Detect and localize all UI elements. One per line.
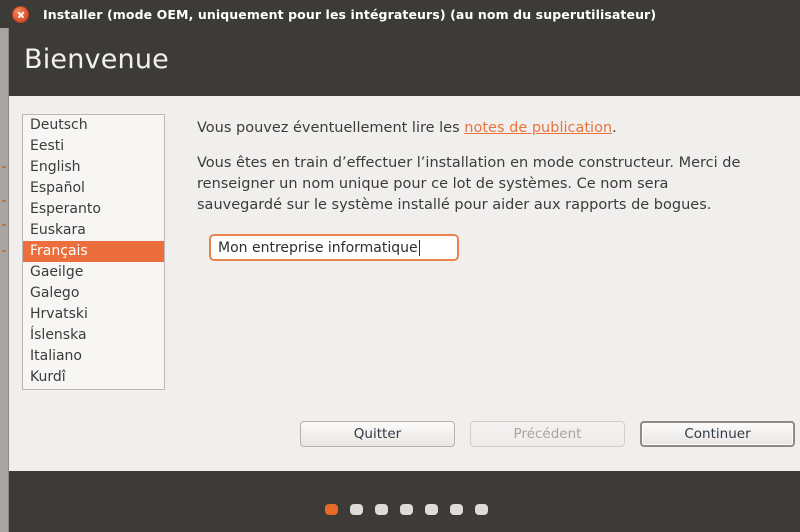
installer-window: Installer (mode OEM, uniquement pour les… <box>0 0 800 532</box>
progress-dot <box>425 504 438 515</box>
language-list-item[interactable]: Gaeilge <box>23 262 164 283</box>
content-area: Deutsch Eesti English Español Esperanto Euska… <box>9 96 800 471</box>
language-list-item[interactable]: Íslenska <box>23 325 164 346</box>
continue-button[interactable]: Continuer <box>640 421 795 447</box>
desktop-background-strip <box>0 28 9 532</box>
release-notes-link[interactable]: notes de publication <box>464 120 612 136</box>
oem-description-paragraph: Vous êtes en train d’effectuer l’install… <box>197 155 741 213</box>
back-button: Précédent <box>470 421 625 447</box>
language-list-item[interactable]: Esperanto <box>23 199 164 220</box>
release-notes-suffix: . <box>612 120 617 136</box>
language-list-item[interactable]: Deutsch <box>23 115 164 136</box>
window-title: Installer (mode OEM, uniquement pour les… <box>43 6 657 22</box>
language-list-item[interactable]: English <box>23 157 164 178</box>
language-list[interactable]: Deutsch Eesti English Español Esperanto Euska… <box>22 114 165 390</box>
progress-dot <box>400 504 413 515</box>
desktop-strip-mark <box>2 224 6 226</box>
desktop-strip-mark <box>2 250 6 252</box>
quit-button[interactable]: Quitter <box>300 421 455 447</box>
installer-instructions: Vous pouvez éventuellement lire les note… <box>197 118 772 261</box>
desktop-strip-mark <box>2 200 6 202</box>
progress-dot <box>475 504 488 515</box>
close-icon[interactable] <box>12 5 29 23</box>
page-title: Bienvenue <box>24 44 169 75</box>
language-list-item[interactable]: Galego <box>23 283 164 304</box>
progress-dot <box>350 504 363 515</box>
language-list-item[interactable]: Eesti <box>23 136 164 157</box>
release-notes-line: Vous pouvez éventuellement lire les note… <box>197 118 772 138</box>
page-header: Bienvenue <box>9 28 800 96</box>
system-name-input[interactable]: Mon entreprise informatique <box>209 234 459 261</box>
language-list-item[interactable]: Français <box>23 241 164 262</box>
release-notes-prefix: Vous pouvez éventuellement lire les <box>197 120 465 136</box>
text-caret <box>418 239 420 256</box>
progress-dot <box>325 504 338 515</box>
desktop-strip-mark <box>2 166 6 168</box>
language-list-item[interactable]: Euskara <box>23 220 164 241</box>
progress-dot <box>450 504 463 515</box>
button-row: Quitter Précédent Continuer <box>300 421 795 447</box>
footer <box>9 471 800 532</box>
language-list-item[interactable]: Italiano <box>23 346 164 367</box>
progress-dots <box>325 504 488 515</box>
progress-dot <box>375 504 388 515</box>
system-name-input-value: Mon entreprise informatique <box>218 239 418 256</box>
language-list-item[interactable]: Hrvatski <box>23 304 164 325</box>
title-bar: Installer (mode OEM, uniquement pour les… <box>0 0 800 28</box>
language-list-item[interactable]: Kurdî <box>23 367 164 388</box>
language-list-item[interactable]: Español <box>23 178 164 199</box>
